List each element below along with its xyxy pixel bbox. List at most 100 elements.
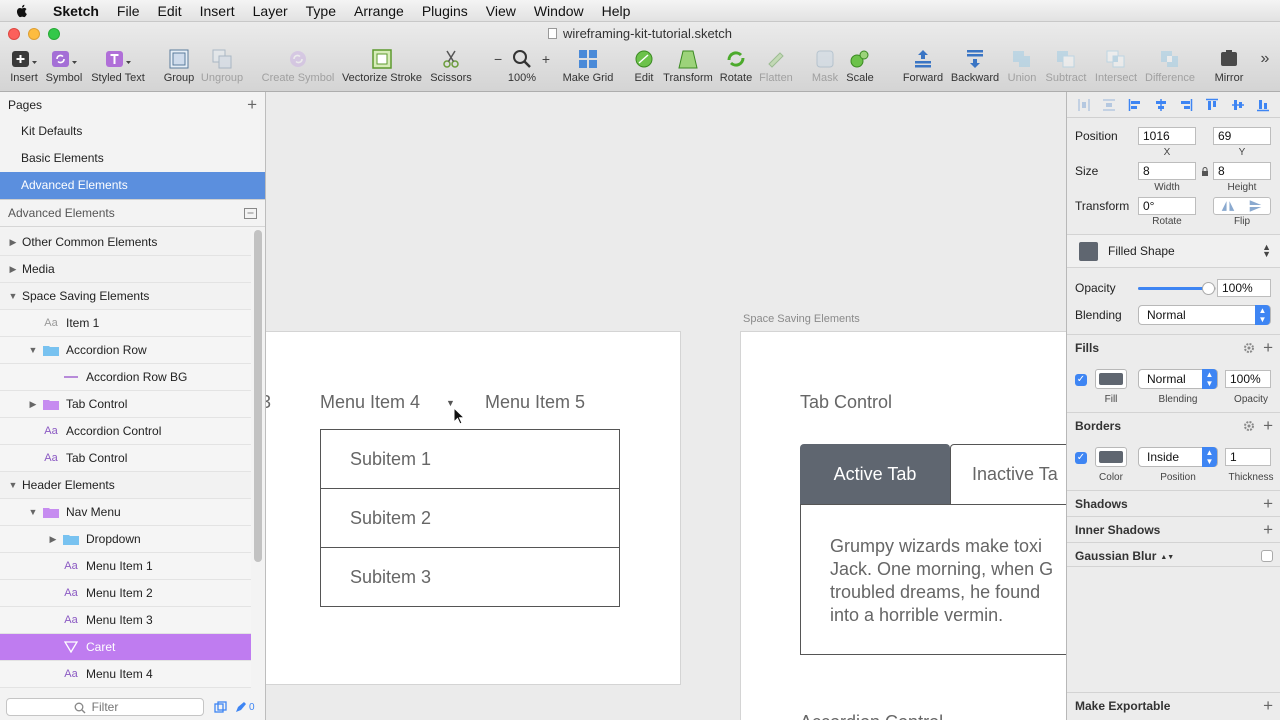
layer-list-scrollbar[interactable] <box>254 230 262 562</box>
disclosure-open-icon[interactable]: ▼ <box>8 480 18 490</box>
disclosure-closed-icon[interactable]: ▶ <box>8 237 18 248</box>
gaussian-blur-select[interactable]: Gaussian Blur ▲▼ <box>1075 549 1174 563</box>
menu-help[interactable]: Help <box>593 3 640 19</box>
position-x-field[interactable]: 1016 <box>1138 127 1196 145</box>
toolbar-overflow-button[interactable]: » <box>1256 48 1274 90</box>
edit-button[interactable]: Edit <box>630 48 658 90</box>
layer-row[interactable]: Aa Tab Control <box>0 445 251 472</box>
blending-select[interactable]: Normal ▲ ▼ <box>1138 305 1271 325</box>
menu-type[interactable]: Type <box>297 3 345 19</box>
make-grid-button[interactable]: Make Grid <box>562 48 614 90</box>
scissors-button[interactable]: Scissors <box>430 48 472 90</box>
rotate-button[interactable]: Rotate <box>718 48 754 90</box>
collapse-layers-icon[interactable] <box>244 207 257 219</box>
opacity-slider-knob[interactable] <box>1202 282 1216 295</box>
symbols-filter-icon[interactable] <box>214 700 227 714</box>
nav-menu-item-4[interactable]: Menu Item 4 <box>320 392 420 413</box>
intersect-button[interactable]: Intersect <box>1094 48 1138 90</box>
distribute-horizontal-icon[interactable] <box>1077 98 1091 112</box>
artboard-label-space-saving[interactable]: Space Saving Elements <box>743 313 860 325</box>
gaussian-blur-checkbox[interactable] <box>1261 549 1273 562</box>
disclosure-closed-icon[interactable]: ▶ <box>28 399 38 410</box>
align-top-icon[interactable] <box>1205 98 1219 112</box>
fill-blending-select[interactable]: Normal ▲ ▼ <box>1138 369 1218 389</box>
menu-edit[interactable]: Edit <box>148 3 190 19</box>
menu-insert[interactable]: Insert <box>191 3 244 19</box>
layer-row[interactable]: Aa Menu Item 1 <box>0 553 251 580</box>
align-right-icon[interactable] <box>1179 98 1193 112</box>
position-y-field[interactable]: 69 <box>1213 127 1271 145</box>
layer-row[interactable]: Aa Menu Item 2 <box>0 580 251 607</box>
inactive-tab[interactable]: Inactive Ta <box>950 444 1066 504</box>
backward-button[interactable]: Backward <box>950 48 1000 90</box>
symbol-button[interactable]: Symbol <box>44 48 84 90</box>
zoom-in-button[interactable]: + <box>542 51 550 67</box>
union-button[interactable]: Union <box>1004 48 1040 90</box>
mirror-button[interactable]: Mirror <box>1212 48 1246 90</box>
ungroup-button[interactable]: Ungroup <box>200 48 244 90</box>
transform-button[interactable]: Transform <box>662 48 714 90</box>
opacity-slider[interactable] <box>1138 282 1216 295</box>
vectorize-stroke-button[interactable]: Vectorize Stroke <box>342 48 422 90</box>
flip-vertical-icon[interactable] <box>1242 198 1270 214</box>
layer-row[interactable]: Caret <box>0 634 251 661</box>
add-shadow-button[interactable]: + <box>1263 494 1273 514</box>
layer-row[interactable]: ▼ Header Elements <box>0 472 251 499</box>
nav-menu-item-5[interactable]: Menu Item 5 <box>485 392 585 413</box>
add-fill-button[interactable]: + <box>1263 338 1273 358</box>
align-middle-vertical-icon[interactable] <box>1231 98 1245 112</box>
canvas[interactable]: n 3 Menu Item 4 ▼ Menu Item 5 Subitem 1 … <box>266 92 1066 720</box>
disclosure-open-icon[interactable]: ▼ <box>28 507 38 517</box>
difference-button[interactable]: Difference <box>1144 48 1196 90</box>
layer-row[interactable]: ▼ Accordion Row <box>0 337 251 364</box>
border-color-swatch[interactable] <box>1095 447 1127 467</box>
forward-button[interactable]: Forward <box>902 48 944 90</box>
width-field[interactable]: 8 <box>1138 162 1196 180</box>
scale-button[interactable]: Scale <box>844 48 876 90</box>
menu-view[interactable]: View <box>477 3 525 19</box>
layer-row[interactable]: Aa Item 1 <box>0 310 251 337</box>
active-tab[interactable]: Active Tab <box>800 444 950 504</box>
subtract-button[interactable]: Subtract <box>1044 48 1088 90</box>
layer-row[interactable]: Aa Menu Item 3 <box>0 607 251 634</box>
border-position-select[interactable]: Inside ▲ ▼ <box>1138 447 1218 467</box>
zoom-out-button[interactable]: − <box>494 51 502 67</box>
layer-row[interactable]: ▼ Nav Menu <box>0 499 251 526</box>
align-center-horizontal-icon[interactable] <box>1154 98 1168 112</box>
lock-ratio-icon[interactable] <box>1201 167 1209 177</box>
border-enabled-checkbox[interactable]: ✓ <box>1075 452 1087 464</box>
layer-row[interactable]: ▼ Space Saving Elements <box>0 283 251 310</box>
shared-style-selector[interactable]: Filled Shape ▲ ▼ <box>1067 234 1280 268</box>
gear-icon[interactable] <box>1243 342 1255 354</box>
fill-color-swatch[interactable] <box>1095 369 1127 389</box>
add-export-button[interactable]: + <box>1263 696 1273 716</box>
menu-file[interactable]: File <box>108 3 149 19</box>
nav-menu-item-3[interactable]: n 3 <box>266 392 271 413</box>
layer-filter-input[interactable] <box>6 698 204 716</box>
menu-window[interactable]: Window <box>525 3 593 19</box>
apple-icon[interactable] <box>14 3 30 19</box>
fill-opacity-field[interactable]: 100% <box>1225 370 1271 388</box>
add-inner-shadow-button[interactable]: + <box>1263 520 1273 540</box>
disclosure-closed-icon[interactable]: ▶ <box>8 264 18 275</box>
layer-row[interactable]: Accordion Row BG <box>0 364 251 391</box>
distribute-vertical-icon[interactable] <box>1102 98 1116 112</box>
layer-row[interactable]: ▶ Other Common Elements <box>0 229 251 256</box>
menu-app-name[interactable]: Sketch <box>44 3 108 19</box>
layer-row[interactable]: ▶ Tab Control <box>0 391 251 418</box>
create-symbol-button[interactable]: Create Symbol <box>262 48 334 90</box>
add-border-button[interactable]: + <box>1263 416 1273 436</box>
group-button[interactable]: Group <box>162 48 196 90</box>
disclosure-open-icon[interactable]: ▼ <box>8 291 18 301</box>
fill-enabled-checkbox[interactable]: ✓ <box>1075 374 1087 386</box>
dropdown-subitem-3[interactable]: Subitem 3 <box>320 547 620 607</box>
styled-text-button[interactable]: Styled Text <box>90 48 146 90</box>
menu-arrange[interactable]: Arrange <box>345 3 413 19</box>
edited-filter-icon[interactable] <box>235 701 247 713</box>
layer-row[interactable]: Aa Accordion Control <box>0 418 251 445</box>
add-page-button[interactable]: + <box>247 95 257 115</box>
layer-row[interactable]: Aa Menu Item 4 <box>0 661 251 688</box>
rotate-field[interactable]: 0° <box>1138 197 1196 215</box>
page-item-advanced-elements[interactable]: Advanced Elements <box>0 172 265 199</box>
align-bottom-icon[interactable] <box>1256 98 1270 112</box>
